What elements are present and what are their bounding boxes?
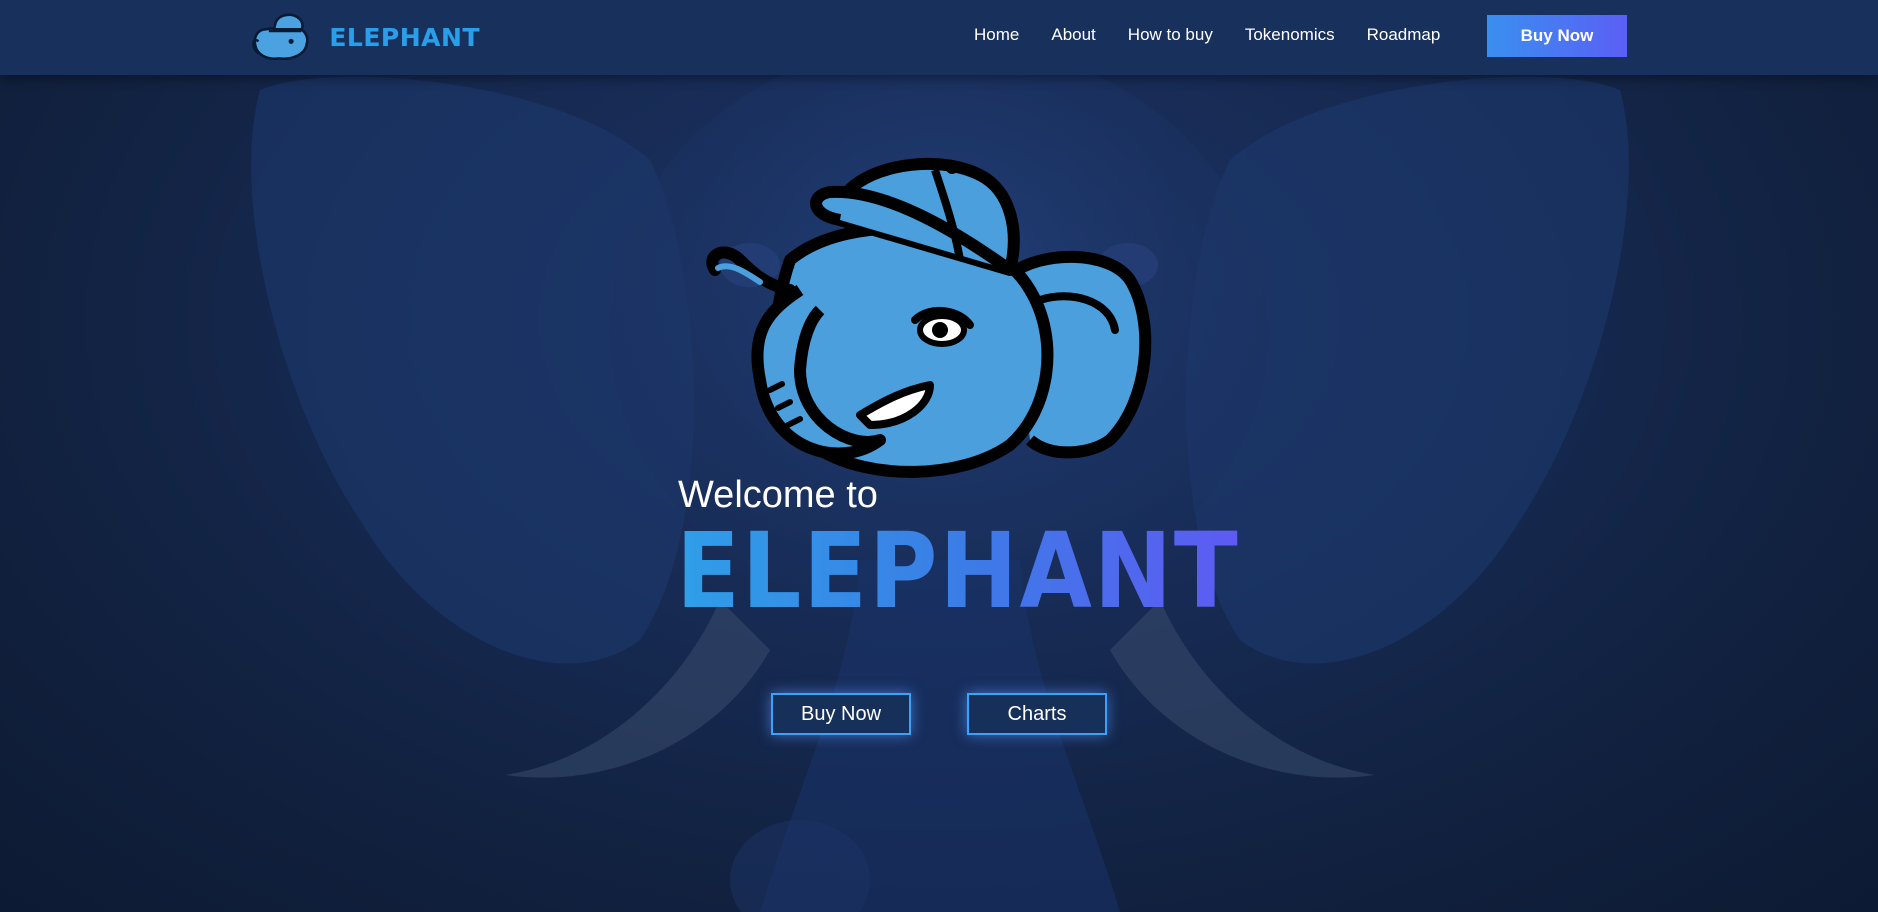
main-nav: Home About How to buy Tokenomics Roadmap	[974, 0, 1440, 70]
hero-buy-now-button[interactable]: Buy Now	[771, 693, 911, 735]
nav-tokenomics[interactable]: Tokenomics	[1245, 25, 1335, 45]
elephant-mascot-icon	[706, 157, 1152, 478]
header-buy-now-button[interactable]: Buy Now	[1487, 15, 1627, 57]
top-navbar: ELEPHANT Home About How to buy Tokenomic…	[0, 0, 1878, 75]
nav-how-to-buy[interactable]: How to buy	[1128, 25, 1213, 45]
site-logo[interactable]: ELEPHANT	[250, 6, 480, 68]
elephant-mascot-icon	[252, 13, 309, 61]
hero-charts-button[interactable]: Charts	[967, 693, 1107, 735]
logo-text: ELEPHANT	[329, 22, 480, 52]
nav-home[interactable]: Home	[974, 25, 1019, 45]
nav-roadmap[interactable]: Roadmap	[1367, 25, 1441, 45]
nav-about[interactable]: About	[1051, 25, 1095, 45]
hero-brand-title: ELEPHANT	[676, 510, 1240, 632]
